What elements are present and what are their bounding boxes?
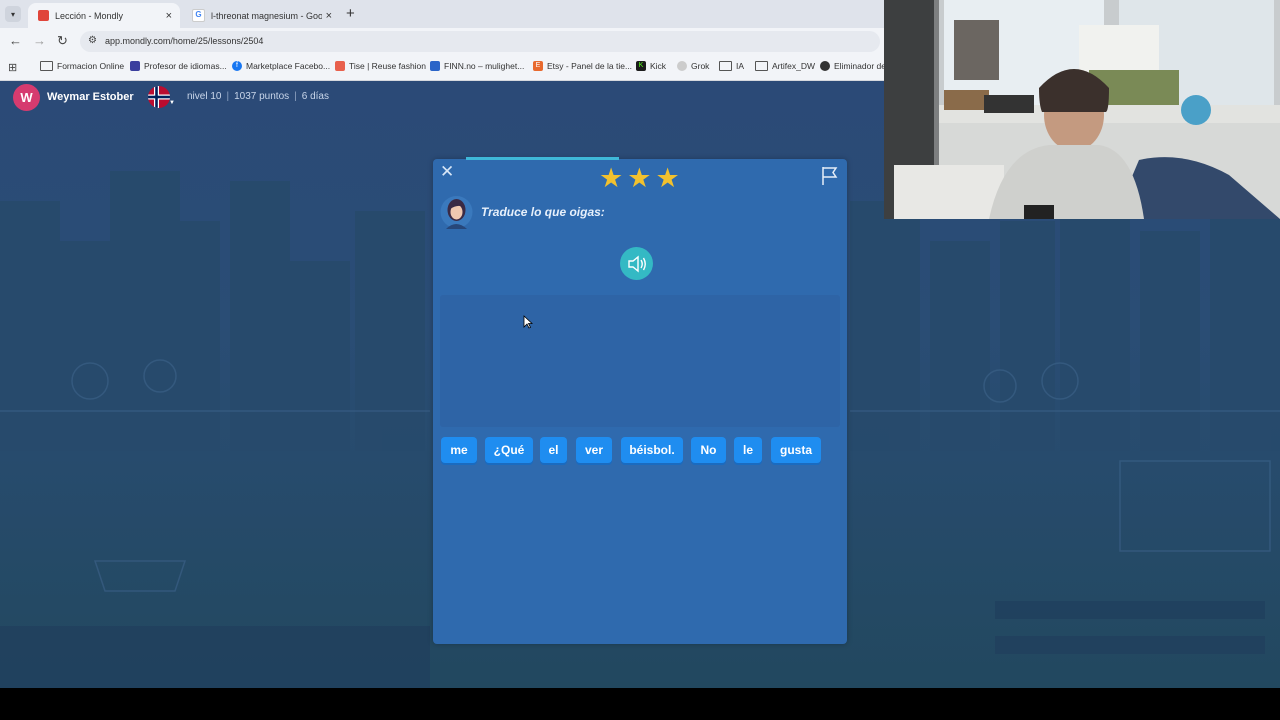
bookmark-item[interactable]: Artifex_DW [755, 61, 815, 71]
forward-icon[interactable]: → [33, 33, 46, 48]
etsy-icon: E [533, 61, 543, 71]
user-stats: nivel 10 | 1037 puntos | 6 días [187, 91, 329, 102]
mouse-cursor-icon [523, 315, 533, 329]
bookmark-favicon-icon [430, 61, 440, 71]
lesson-card: ✕ ★ ★ ★ Traduce lo que oigas: me ¿Qué el… [433, 157, 847, 644]
word-chip[interactable]: gusta [771, 437, 821, 463]
word-chip[interactable]: le [734, 437, 762, 463]
back-icon[interactable]: ← [9, 33, 22, 48]
bookmark-item[interactable]: E Etsy - Panel de la tie... [533, 61, 632, 71]
bookmark-item[interactable]: Tise | Reuse fashion [335, 61, 426, 71]
username[interactable]: Weymar Estober [47, 91, 134, 103]
bookmark-item[interactable]: IA [719, 61, 744, 71]
bookmark-item[interactable]: Formacion Online [40, 61, 124, 71]
bookmark-label: Artifex_DW [772, 61, 815, 71]
address-bar[interactable]: ⚙ app.mondly.com/home/25/lessons/2504 [80, 31, 880, 52]
star-icon: ★ [627, 163, 652, 193]
google-favicon-icon: G [192, 9, 205, 22]
mondly-favicon-icon [38, 10, 49, 21]
reload-icon[interactable]: ↻ [57, 33, 68, 49]
tutor-avatar-icon [440, 195, 473, 231]
report-flag-icon[interactable] [821, 166, 839, 191]
bookmark-label: Profesor de idiomas... [144, 61, 227, 71]
avatar[interactable]: W [13, 84, 40, 111]
bookmark-item[interactable]: Eliminador de [820, 61, 884, 71]
folder-icon [40, 61, 53, 71]
bookmark-label: Formacion Online [57, 61, 125, 71]
user-topbar: W Weymar Estober ▼ nivel 10 | 1037 puntos |… [0, 81, 884, 113]
star-icon: ★ [599, 163, 624, 193]
browser-toolbar: ← → ↻ ⚙ app.mondly.com/home/25/lessons/2… [0, 28, 884, 55]
streak-text: 6 días [301, 91, 329, 102]
level-text: nivel 10 [187, 91, 222, 102]
bookmark-label: Etsy - Panel de la tie... [547, 61, 633, 71]
grok-icon [677, 61, 687, 71]
tab-strip: ▾ Lección - Mondly × G l-threonat magnes… [0, 0, 884, 28]
bookmark-label: Grok [691, 61, 710, 71]
lesson-progress-bar [466, 157, 619, 160]
folder-icon [755, 61, 768, 71]
apps-icon[interactable]: ⊞ [8, 61, 17, 74]
tab-close-icon[interactable]: × [166, 10, 172, 22]
bookmark-label: Eliminador de [834, 61, 884, 71]
word-chip[interactable]: el [540, 437, 567, 463]
browser-window: ▾ Lección - Mondly × G l-threonat magnes… [0, 0, 884, 81]
bookmark-item[interactable]: Profesor de idiomas... [130, 61, 227, 71]
answer-drop-area[interactable] [440, 295, 840, 427]
word-chip[interactable]: béisbol. [621, 437, 683, 463]
bookmark-item[interactable]: f Marketplace Facebo... [232, 61, 330, 71]
new-tab-button[interactable]: + [346, 5, 355, 22]
bookmark-label: FINN.no – mulighet... [444, 61, 525, 71]
tab-google[interactable]: G l-threonat magnesium - Google × [182, 3, 340, 28]
tab-title: l-threonat magnesium - Google [211, 10, 322, 21]
separator: | [226, 91, 230, 102]
webcam-feed [884, 0, 1280, 219]
kick-icon: K [636, 61, 646, 71]
folder-icon [719, 61, 732, 71]
star-rating: ★ ★ ★ [599, 163, 680, 193]
tab-mondly[interactable]: Lección - Mondly × [28, 3, 180, 28]
word-chip[interactable]: ver [576, 437, 612, 463]
bookmark-favicon-icon [335, 61, 345, 71]
url-text: app.mondly.com/home/25/lessons/2504 [105, 36, 264, 46]
bookmark-label: Marketplace Facebo... [246, 61, 331, 71]
word-chip[interactable]: ¿Qué [485, 437, 533, 463]
bookmark-item[interactable]: Grok [677, 61, 709, 71]
word-chip[interactable]: me [441, 437, 477, 463]
star-icon: ★ [655, 163, 680, 193]
bookmark-item[interactable]: K Kick [636, 61, 666, 71]
speaker-icon [627, 255, 646, 272]
bookmark-label: IA [736, 61, 745, 71]
facebook-icon: f [232, 61, 242, 71]
exercise-prompt: Traduce lo que oigas: [481, 205, 605, 219]
bookmarks-bar: ⊞ Formacion Online Profesor de idiomas..… [0, 55, 884, 81]
bookmark-label: Kick [650, 61, 667, 71]
site-info-icon[interactable]: ⚙ [88, 35, 97, 46]
separator: | [294, 91, 297, 102]
bookmark-favicon-icon [820, 61, 830, 71]
play-audio-button[interactable] [620, 247, 653, 280]
tab-close-icon[interactable]: × [326, 10, 332, 22]
tab-search-icon[interactable]: ▾ [5, 6, 21, 22]
close-lesson-button[interactable]: ✕ [440, 162, 454, 182]
bookmark-item[interactable]: FINN.no – mulighet... [430, 61, 524, 71]
norway-flag-icon[interactable] [148, 86, 170, 108]
word-chip[interactable]: No [691, 437, 726, 463]
bookmark-favicon-icon [130, 61, 140, 71]
tab-title: Lección - Mondly [55, 10, 124, 21]
language-caret-icon[interactable]: ▼ [169, 100, 175, 106]
points-text: 1037 puntos [234, 91, 290, 102]
bookmark-label: Tise | Reuse fashion [349, 61, 427, 71]
webcam-overlay [884, 0, 1280, 219]
